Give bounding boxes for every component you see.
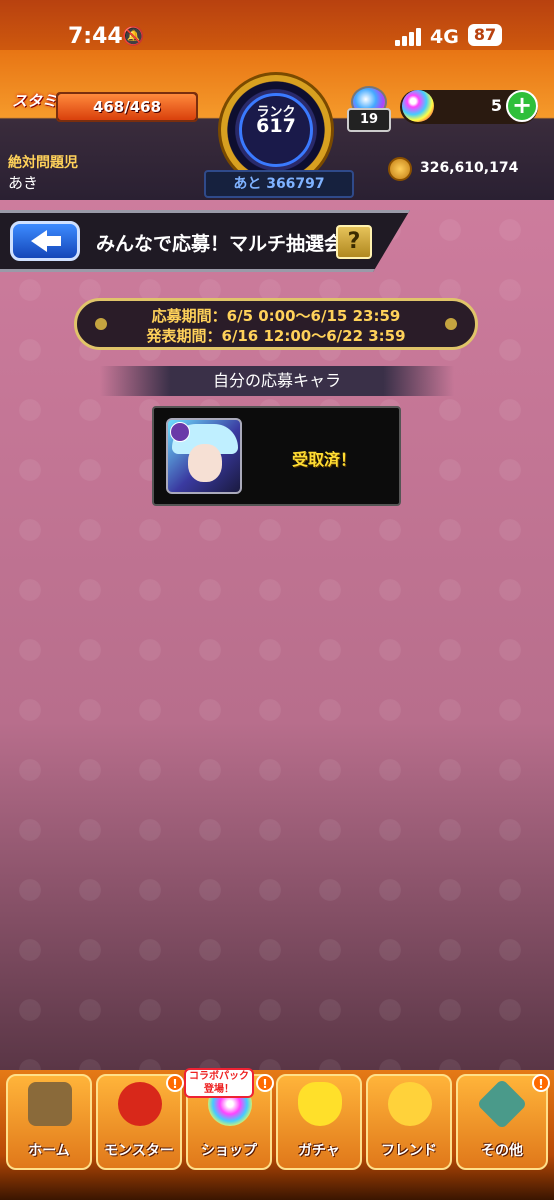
collab-pack-tag: コラボパック登場！ [184,1068,254,1098]
element-badge-icon [170,422,190,442]
alert-badge: ! [166,1074,184,1092]
user-name: あき [8,174,39,192]
nav-label: モンスター [104,1143,174,1159]
alert-badge: ! [532,1074,550,1092]
back-arrow-tail [45,236,61,246]
nav-other[interactable]: その他 ! [456,1074,550,1170]
buy-orb-button[interactable]: + [506,90,538,122]
signal-icon [395,28,425,46]
orb-icon [402,90,434,122]
main-content: みんなで応募！マルチ抽選会 ? 応募期間：6/5 0:00～6/15 23:59… [0,200,554,1070]
stamina-bar: 468/468 [56,92,198,122]
coin-count: 326,610,174 [420,160,519,176]
nav-monster[interactable]: モンスター ! [96,1074,184,1170]
status-time: 7:44 [68,24,123,49]
user-title: 絶対問題児 [8,155,78,171]
section-heading: 自分の応募キャラ [100,366,454,396]
gacha-egg-icon [298,1082,342,1126]
orb-counter: 5 + [400,90,538,124]
next-rank-exp: あと 366797 [204,170,354,198]
nav-home[interactable]: ホーム [6,1074,92,1170]
coin-icon [388,157,412,181]
network-type: 4G [430,26,459,48]
bottom-nav: ホーム モンスター ! ショップ ! ガチャ フレンド その他 ! [0,1070,554,1200]
nav-label: フレンド [381,1143,437,1159]
friend-icon [388,1082,432,1126]
character-face [188,444,222,482]
entry-character-card[interactable]: 受取済！ [152,406,401,506]
nav-gacha[interactable]: ガチャ [276,1074,362,1170]
page-title-bar: みんなで応募！マルチ抽選会 ? [0,210,410,272]
nav-label: ホーム [28,1143,70,1159]
back-button[interactable] [10,221,80,261]
battery-icon: 87 [468,24,502,46]
other-icon [476,1078,528,1130]
nav-label: ガチャ [298,1143,340,1159]
page-title: みんなで応募！マルチ抽選会 [96,233,344,255]
bell-muted-icon: 🔕 [122,26,145,47]
dragon-icon [118,1082,162,1126]
entry-period: 応募期間：6/5 0:00～6/15 23:59 [151,307,401,325]
nav-friend[interactable]: フレンド [366,1074,452,1170]
nav-label: その他 [481,1143,523,1159]
received-status: 受取済！ [292,450,357,469]
help-button[interactable]: ? [336,225,372,259]
rank-value: 617 [256,115,296,137]
mission-count: 19 [347,108,391,132]
period-panel: 応募期間：6/5 0:00～6/15 23:59 発表期間：6/16 12:00… [74,298,478,350]
mission-button[interactable]: 19 [345,86,391,132]
nav-label: ショップ [201,1143,257,1159]
character-thumbnail [166,418,242,494]
alert-badge: ! [256,1074,274,1092]
orb-count: 5 [490,96,502,115]
announce-period: 発表期間：6/16 12:00～6/22 3:59 [146,327,406,345]
home-icon [28,1082,72,1126]
stamina-value: 468/468 [92,98,162,116]
